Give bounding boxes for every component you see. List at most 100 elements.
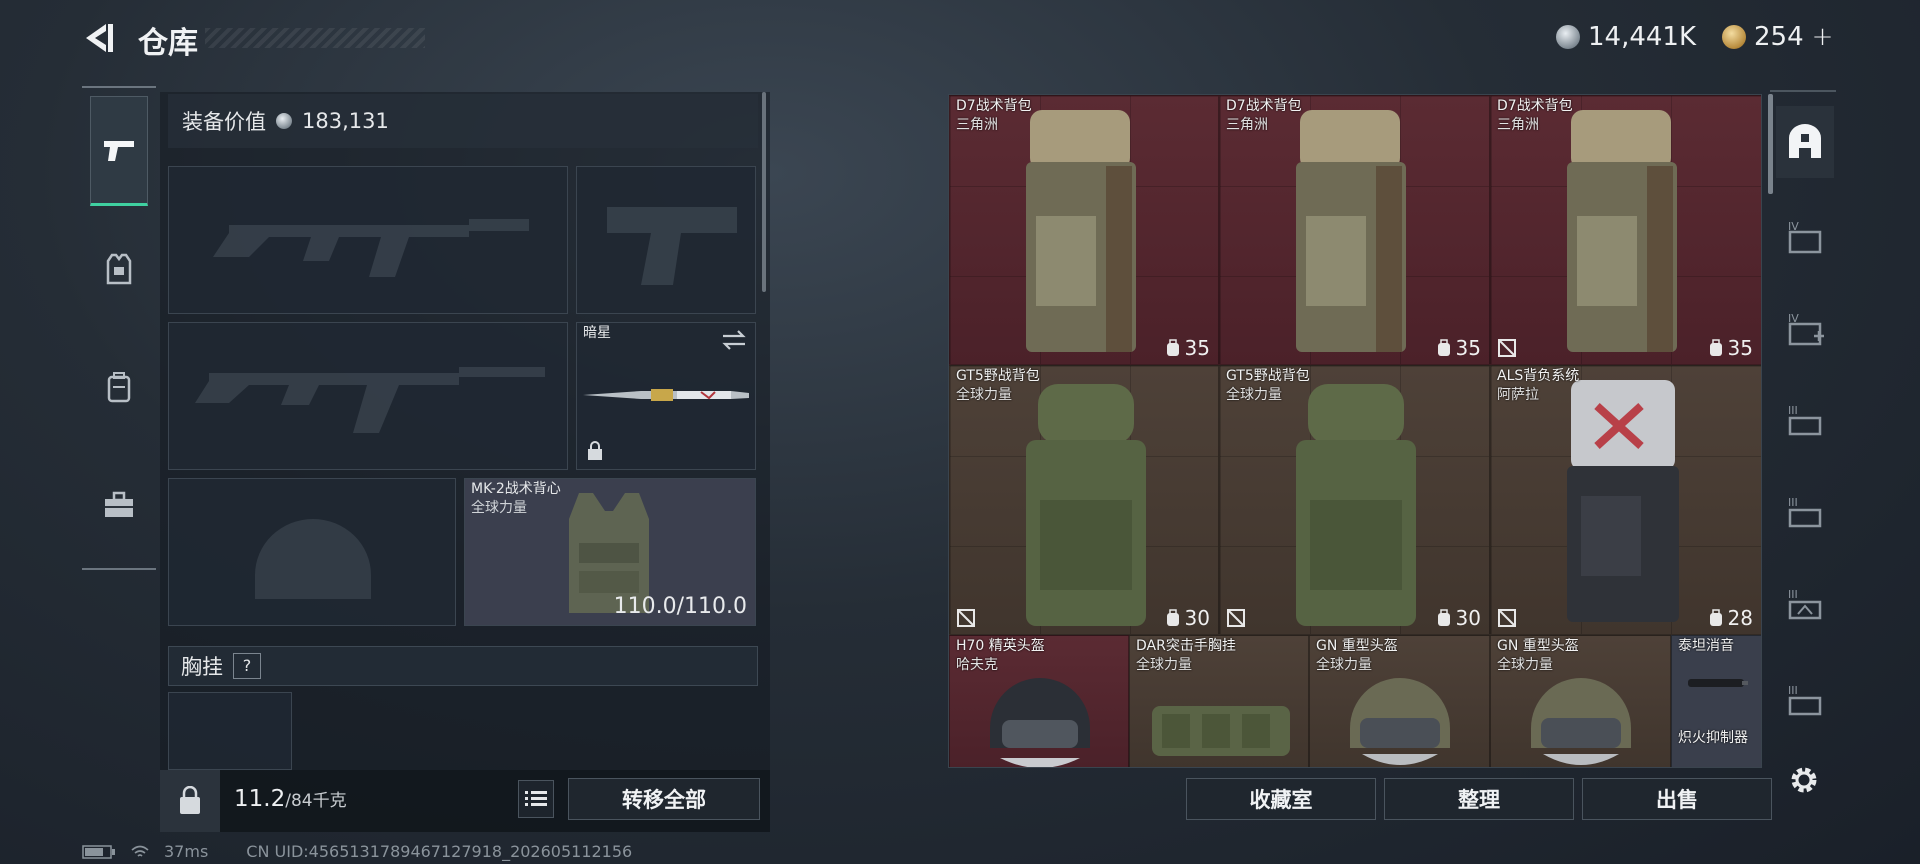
swap-icon[interactable] [721,329,747,351]
storage-item[interactable]: ALS背负系统 阿萨拉 28 [1490,365,1761,635]
rifle-silhouette-icon [213,219,529,277]
back-icon[interactable] [82,20,116,56]
collection-room-button[interactable]: 收藏室 [1186,778,1376,820]
capacity-icon [1709,609,1722,626]
ping-text: 37ms [164,842,209,861]
item-maker: 三角洲 [956,117,998,133]
item-maker: 三角洲 [1226,117,1268,133]
chest-rig-label: 胸挂 [181,655,223,679]
storage-item[interactable]: D7战术背包 三角洲 35 [1490,95,1761,365]
storage-tier-iv-icon: IV [1788,312,1824,346]
gold-currency[interactable]: 254 + [1722,22,1833,52]
armor-vest-slot[interactable]: MK-2战术背心 全球力量 110.0/110.0 [464,478,756,626]
no-insure-icon [1498,339,1516,357]
sell-button[interactable]: 出售 [1582,778,1772,820]
svg-text:III: III [1788,684,1798,697]
item-name: GT5野战背包 [956,368,1040,384]
bag-lock-button[interactable] [160,770,220,832]
storage-tier-iii-icon: III [1788,496,1822,528]
svg-text:III: III [1788,496,1798,509]
vest-maker: 全球力量 [471,500,527,516]
vest-name: MK-2战术背心 [471,481,561,497]
storage-item[interactable]: GN 重型头盔 全球力量 [1309,635,1490,767]
storage-tab-iv-2[interactable]: IV [1776,292,1834,364]
storage-grid: D7战术背包 三角洲 35 D7战术背包 三角洲 35 D7战术背包 三角洲 3… [948,94,1762,768]
capacity-icon [1166,609,1179,626]
pistol-icon [104,141,134,161]
list-view-button[interactable] [518,780,554,818]
capacity-icon [1709,339,1722,356]
equipment-value-label: 装备价值 [182,110,266,134]
item-capacity: 35 [1165,336,1210,360]
item-capacity: 30 [1165,606,1210,630]
item-capacity: 30 [1436,606,1481,630]
storage-tab-iii-3[interactable]: III [1776,568,1834,640]
storage-tab-iii-1[interactable]: III [1776,384,1834,456]
backpack-icon [107,372,131,403]
primary-weapon-slot-1[interactable] [168,166,568,314]
helmet-slot[interactable] [168,478,456,626]
vest-icon [106,253,132,285]
storage-item[interactable]: D7战术背包 三角洲 35 [1219,95,1490,365]
item-name: DAR突击手胸挂 [1136,638,1236,654]
add-currency-icon[interactable]: + [1812,22,1834,52]
storage-item[interactable]: H70 精英头盔 哈夫克 [949,635,1129,767]
svg-text:III: III [1788,588,1798,601]
equipment-scrollbar[interactable] [762,92,766,292]
gold-coin-icon [1722,25,1746,49]
storage-item[interactable]: 泰坦消音 炽火抑制器 [1671,635,1761,767]
title-decoration [205,28,425,48]
settings-gear-icon[interactable] [1786,762,1822,798]
storage-item[interactable]: GN 重型头盔 全球力量 [1490,635,1671,767]
wifi-icon [131,845,149,857]
carry-weight: 11.2/84千克 [234,786,347,812]
primary-weapon-slot-2[interactable] [168,322,568,470]
backpack-image [1026,110,1136,352]
storage-tab-iii-4[interactable]: III [1776,660,1834,740]
sort-button[interactable]: 整理 [1384,778,1574,820]
chest-rig-header: 胸挂 ? [168,646,758,686]
all-storage-icon [1789,124,1821,158]
list-icon [525,791,547,806]
storage-item[interactable]: GT5野战背包 全球力量 30 [949,365,1219,635]
category-armor[interactable] [90,214,148,324]
storage-tab-iv-1[interactable]: IV [1776,200,1834,272]
capacity-icon [1166,339,1179,356]
storage-tier-iii-icon: III [1788,588,1822,620]
item-name: GT5野战背包 [1226,368,1310,384]
pistol-slot[interactable] [576,166,756,314]
storage-item[interactable]: D7战术背包 三角洲 35 [949,95,1219,365]
backpack-image [1567,380,1679,622]
toolbox-icon [105,491,133,517]
category-toolbox[interactable] [90,450,148,560]
item-capacity: 28 [1708,606,1753,630]
item-maker: 全球力量 [1136,657,1192,673]
item-maker: 哈夫克 [956,657,998,673]
item-name: D7战术背包 [956,98,1032,114]
storage-tab-iii-2[interactable]: III [1776,476,1834,548]
storage-item[interactable]: DAR突击手胸挂 全球力量 [1129,635,1309,767]
backpack-image [1567,110,1677,352]
storage-item[interactable]: GT5野战背包 全球力量 30 [1219,365,1490,635]
storage-tier-iii-icon: III [1788,404,1822,436]
silver-currency: 14,441K [1556,22,1696,52]
melee-slot[interactable]: 暗星 [576,322,756,470]
item-name: GN 重型头盔 [1497,638,1579,654]
category-weapons[interactable] [90,96,148,206]
pistol-silhouette-icon [607,207,737,285]
help-icon[interactable]: ? [233,653,261,679]
backpack-image [1026,384,1146,626]
helmet-image [990,678,1090,767]
battery-icon [82,844,115,859]
item-category: 炽火抑制器 [1678,730,1748,746]
helmet-image [1350,678,1450,765]
status-bar: 37ms CN UID:4565131789467127918_20260511… [82,842,632,861]
chest-rig-slot[interactable] [168,692,292,770]
transfer-all-button[interactable]: 转移全部 [568,778,760,820]
storage-tab-all[interactable] [1776,106,1834,178]
page-title: 仓库 [138,26,198,61]
equipment-value: 装备价值 183,131 [168,94,758,148]
helmet-image [1531,678,1631,765]
category-backpack[interactable] [90,332,148,442]
lock-icon [588,441,602,460]
